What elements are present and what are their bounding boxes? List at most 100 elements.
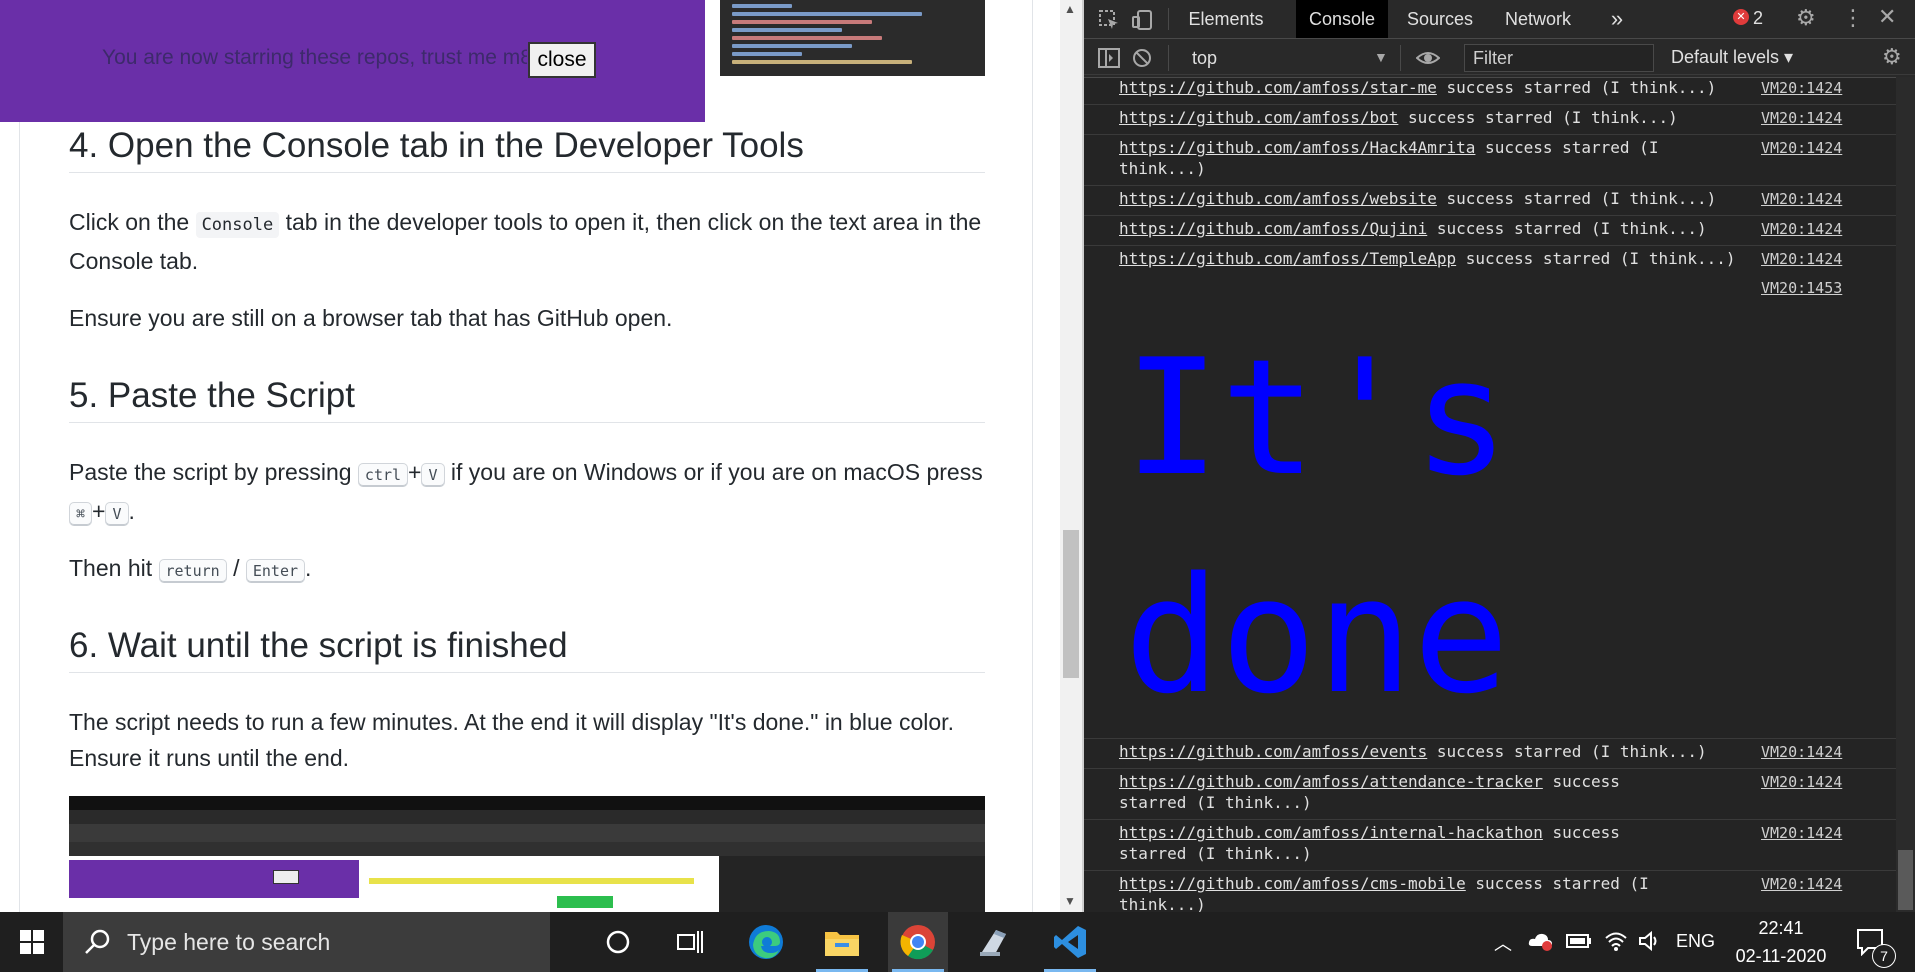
- error-icon[interactable]: ✕: [1733, 9, 1749, 25]
- kbd-return: return: [158, 559, 227, 583]
- log-source-link[interactable]: VM20:1424: [1761, 743, 1842, 761]
- repo-link[interactable]: https://github.com/amfoss/website: [1119, 189, 1437, 208]
- devtools-panel: Elements Console Sources Network » ✕ 2 ⚙…: [1084, 0, 1915, 912]
- wifi-icon[interactable]: [1604, 930, 1628, 957]
- error-count[interactable]: 2: [1753, 8, 1763, 29]
- text: Then hit: [69, 555, 159, 581]
- clear-console-icon[interactable]: [1132, 48, 1152, 72]
- log-source-link[interactable]: VM20:1424: [1761, 875, 1842, 893]
- repo-link[interactable]: https://github.com/amfoss/attendance-tra…: [1119, 772, 1543, 791]
- log-message: success starred (I think...): [1427, 219, 1707, 238]
- context-selector[interactable]: top: [1192, 48, 1217, 69]
- scroll-down-arrow-icon[interactable]: ▼: [1064, 894, 1076, 908]
- clock-date[interactable]: 02-11-2020: [1731, 946, 1831, 967]
- more-tabs-icon[interactable]: »: [1602, 0, 1632, 38]
- paragraph-ensure-github: Ensure you are still on a browser tab th…: [69, 305, 673, 331]
- console-log-row: https://github.com/amfoss/TempleApp succ…: [1119, 248, 1779, 269]
- notification-count-badge[interactable]: 7: [1872, 944, 1896, 968]
- tab-sources[interactable]: Sources: [1398, 0, 1482, 38]
- console-toolbar: top ▼ Filter Default levels ▾ ⚙: [1084, 39, 1915, 78]
- edge-browser-icon[interactable]: [736, 912, 796, 972]
- log-message: success starred (I think...): [1456, 249, 1736, 268]
- console-log-row: https://github.com/amfoss/website succes…: [1119, 188, 1779, 209]
- tab-network[interactable]: Network: [1496, 0, 1580, 38]
- vscode-icon[interactable]: [1040, 912, 1100, 972]
- console-log-row: https://github.com/amfoss/attendance-tra…: [1119, 771, 1679, 813]
- page-scrollbar[interactable]: ▲ ▼: [1060, 0, 1082, 912]
- console-settings-gear-icon[interactable]: ⚙: [1882, 46, 1902, 68]
- log-separator: [1084, 104, 1915, 105]
- log-separator: [1084, 870, 1915, 871]
- paragraph-open-console: Click on the Console tab in the develope…: [69, 204, 985, 279]
- volume-icon[interactable]: [1638, 930, 1662, 957]
- console-log-row: https://github.com/amfoss/star-me succes…: [1119, 77, 1779, 98]
- file-explorer-icon[interactable]: [812, 912, 872, 972]
- app-shortcut-icon[interactable]: [964, 912, 1024, 972]
- log-source-link[interactable]: VM20:1424: [1761, 79, 1842, 97]
- live-expression-eye-icon[interactable]: [1415, 48, 1441, 72]
- console-scroll-thumb[interactable]: [1898, 850, 1913, 910]
- language-indicator[interactable]: ENG: [1676, 931, 1715, 952]
- its-done-line-1: It's: [1124, 324, 1510, 511]
- battery-icon[interactable]: [1566, 932, 1592, 955]
- inline-code-console: Console: [195, 212, 280, 238]
- task-view-icon[interactable]: [660, 912, 720, 972]
- repo-link[interactable]: https://github.com/amfoss/TempleApp: [1119, 249, 1456, 268]
- console-scrollbar[interactable]: [1896, 77, 1915, 912]
- repo-link[interactable]: https://github.com/amfoss/Qujini: [1119, 219, 1427, 238]
- kbd-v: V: [105, 502, 129, 526]
- repo-link[interactable]: https://github.com/amfoss/events: [1119, 742, 1427, 761]
- log-source-link[interactable]: VM20:1424: [1761, 190, 1842, 208]
- windows-start-icon[interactable]: [2, 912, 62, 972]
- text: +: [408, 459, 422, 485]
- heading-step-6: 6. Wait until the script is finished: [69, 626, 985, 673]
- repo-link[interactable]: https://github.com/amfoss/Hack4Amrita: [1119, 138, 1475, 157]
- context-dropdown-arrow-icon[interactable]: ▼: [1374, 49, 1388, 65]
- cortana-icon[interactable]: [588, 912, 648, 972]
- toast-message: You are now starring these repos, trust …: [102, 46, 527, 69]
- log-source-link[interactable]: VM20:1424: [1761, 824, 1842, 842]
- clock-time[interactable]: 22:41: [1731, 918, 1831, 939]
- log-separator: [1084, 738, 1915, 739]
- heading-step-4: 4. Open the Console tab in the Developer…: [69, 126, 985, 173]
- toast-close-button[interactable]: close: [528, 42, 596, 78]
- taskbar-search-box[interactable]: Type here to search: [63, 912, 550, 972]
- log-separator: [1084, 215, 1915, 216]
- device-toolbar-icon[interactable]: [1131, 9, 1153, 35]
- log-source-link[interactable]: VM20:1424: [1761, 250, 1842, 268]
- log-source-link[interactable]: VM20:1424: [1761, 220, 1842, 238]
- close-icon[interactable]: ✕: [1878, 6, 1896, 28]
- show-hidden-icons-chevron-icon[interactable]: ︿: [1494, 930, 1512, 956]
- paragraph-wait: The script needs to run a few minutes. A…: [69, 709, 954, 771]
- kebab-menu-icon[interactable]: ⋮: [1842, 7, 1864, 29]
- log-source-link[interactable]: VM20:1424: [1761, 139, 1842, 157]
- repo-link[interactable]: https://github.com/amfoss/internal-hacka…: [1119, 823, 1543, 842]
- console-filter-input[interactable]: Filter: [1464, 44, 1654, 72]
- log-levels-dropdown[interactable]: Default levels ▾: [1671, 47, 1793, 68]
- its-done-line-2: done: [1124, 542, 1510, 729]
- log-source-link[interactable]: VM20:1424: [1761, 773, 1842, 791]
- tab-elements[interactable]: Elements: [1182, 0, 1270, 38]
- log-message: success starred (I think...): [1427, 742, 1707, 761]
- repo-link[interactable]: https://github.com/amfoss/star-me: [1119, 78, 1437, 97]
- console-log-row: https://github.com/amfoss/cms-mobile suc…: [1119, 873, 1679, 912]
- sidebar-toggle-icon[interactable]: [1098, 48, 1120, 72]
- repo-link[interactable]: https://github.com/amfoss/cms-mobile: [1119, 874, 1466, 893]
- log-separator: [1084, 134, 1915, 135]
- log-source-link[interactable]: VM20:1453: [1761, 279, 1842, 297]
- settings-gear-icon[interactable]: ⚙: [1796, 7, 1816, 29]
- windows-taskbar: Type here to search ︿ ENG 22:41 02-11-20…: [0, 912, 1915, 972]
- scroll-thumb[interactable]: [1063, 530, 1079, 678]
- inspect-element-icon[interactable]: [1098, 9, 1120, 35]
- repo-link[interactable]: https://github.com/amfoss/bot: [1119, 108, 1398, 127]
- text: Paste the script by pressing: [69, 459, 358, 485]
- log-separator: [1084, 819, 1915, 820]
- chrome-browser-icon[interactable]: [888, 912, 948, 972]
- console-log-row: https://github.com/amfoss/bot success st…: [1119, 107, 1779, 128]
- log-source-link[interactable]: VM20:1424: [1761, 109, 1842, 127]
- tab-console[interactable]: Console: [1296, 0, 1388, 38]
- onedrive-error-icon[interactable]: [1528, 930, 1554, 957]
- kbd-enter: Enter: [245, 559, 306, 583]
- paragraph-paste-script: Paste the script by pressing ctrl + V if y…: [69, 454, 985, 532]
- scroll-up-arrow-icon[interactable]: ▲: [1064, 2, 1076, 16]
